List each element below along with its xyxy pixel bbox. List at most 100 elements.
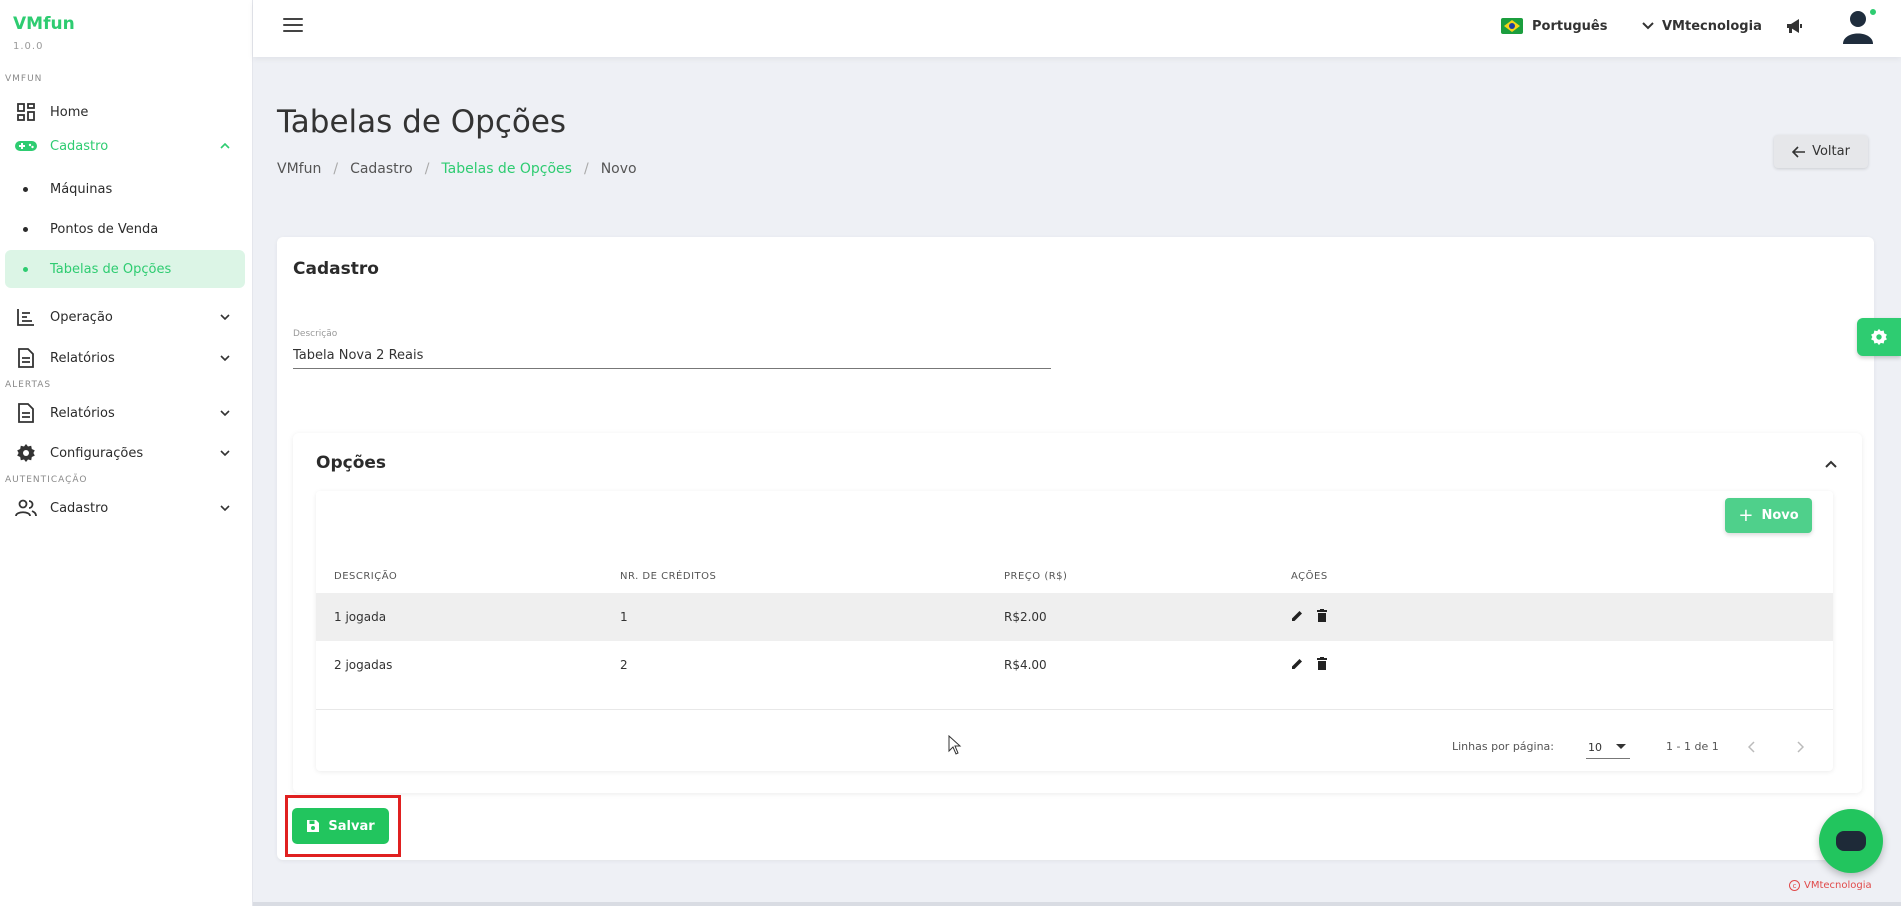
app-version: 1.0.0: [13, 41, 44, 52]
user-avatar[interactable]: [1838, 6, 1878, 46]
section-label-autenticacao: AUTENTICAÇÃO: [5, 475, 88, 485]
pagination-range: 1 - 1 de 1: [1666, 740, 1719, 753]
delete-icon[interactable]: [1316, 608, 1332, 624]
timeline-icon: [14, 305, 38, 329]
options-table: + Novo DESCRIÇÃO NR. DE CRÉDITOS PREÇO (…: [316, 491, 1833, 771]
users-icon: [14, 496, 38, 520]
sidebar-item-relatorios[interactable]: Relatórios: [5, 339, 245, 377]
caret-down-icon: [1616, 744, 1626, 749]
company-label: VMtecnologia: [1662, 18, 1762, 34]
footer-credit-label: VMtecnologia: [1804, 880, 1872, 891]
company-selector[interactable]: VMtecnologia: [1642, 14, 1762, 38]
add-option-label: Novo: [1761, 508, 1799, 523]
bottom-bar: [253, 902, 1901, 906]
document-icon: [14, 346, 38, 370]
page-title: Tabelas de Opções: [277, 104, 567, 140]
gamepad-icon: [14, 134, 38, 158]
app-logo[interactable]: VMfun: [13, 14, 75, 34]
language-selector[interactable]: Português: [1501, 14, 1607, 38]
options-title: Opções: [316, 453, 387, 473]
table-divider: [316, 709, 1833, 710]
bullet-icon: [23, 266, 28, 272]
menu-icon[interactable]: [283, 18, 303, 34]
cadastro-card: Cadastro Descrição Opções + Novo DESCRIÇ…: [277, 237, 1874, 860]
copyright-icon: c: [1789, 880, 1800, 891]
settings-fab[interactable]: [1857, 318, 1901, 356]
sidebar-item-label: Cadastro: [50, 138, 109, 154]
table-row[interactable]: 2 jogadas 2 R$4.00: [316, 641, 1833, 689]
save-button[interactable]: Salvar: [292, 808, 389, 844]
sidebar-item-maquinas[interactable]: Máquinas: [5, 170, 245, 208]
description-input[interactable]: [293, 343, 1051, 369]
megaphone-icon[interactable]: [1785, 16, 1805, 40]
gear-icon: [14, 441, 38, 465]
sidebar-item-label: Relatórios: [50, 350, 115, 366]
cell-descricao: 1 jogada: [334, 610, 387, 624]
sidebar-item-operacao[interactable]: Operação: [5, 298, 245, 336]
breadcrumb-item[interactable]: Tabelas de Opções: [441, 161, 572, 177]
delete-icon[interactable]: [1316, 656, 1332, 672]
footer-credit[interactable]: c VMtecnologia: [1789, 880, 1872, 891]
sidebar-item-configuracoes[interactable]: Configurações: [5, 434, 245, 472]
sidebar-item-label: Cadastro: [50, 500, 109, 516]
sidebar-item-label: Configurações: [50, 445, 144, 461]
sidebar-item-cadastro-usuarios[interactable]: Cadastro: [5, 489, 245, 527]
dashboard-icon: [14, 100, 38, 124]
document-icon: [14, 401, 38, 425]
chevron-down-icon: [217, 500, 233, 516]
edit-icon[interactable]: [1290, 656, 1306, 672]
brazil-flag-icon: [1501, 18, 1523, 34]
floppy-disk-icon: [307, 820, 320, 832]
arrow-left-icon: [1792, 145, 1806, 158]
section-label-alertas: ALERTAS: [5, 380, 52, 390]
sidebar-item-label: Home: [50, 104, 89, 120]
chat-button[interactable]: [1819, 809, 1883, 873]
edit-icon[interactable]: [1290, 608, 1306, 624]
chevron-down-icon: [217, 350, 233, 366]
column-header: PREÇO (R$): [1004, 571, 1068, 582]
add-option-button[interactable]: + Novo: [1725, 498, 1812, 533]
chevron-up-icon[interactable]: [1822, 455, 1840, 473]
sidebar-item-label: Tabelas de Opções: [50, 261, 172, 277]
chevron-up-icon: [217, 138, 233, 154]
sidebar-item-label: Operação: [50, 309, 113, 325]
description-label: Descrição: [293, 329, 338, 339]
topbar: Português VMtecnologia: [253, 0, 1901, 57]
sidebar-item-pontos-de-venda[interactable]: Pontos de Venda: [5, 210, 245, 248]
breadcrumb-current: Novo: [600, 161, 637, 177]
sidebar-item-relatorios-alertas[interactable]: Relatórios: [5, 394, 245, 432]
breadcrumb-separator: /: [424, 161, 430, 177]
cell-preco: R$2.00: [1004, 610, 1047, 624]
cell-creditos: 2: [620, 658, 628, 672]
prev-page-icon[interactable]: [1740, 735, 1764, 759]
rows-per-page-select[interactable]: 10: [1586, 735, 1630, 759]
bullet-icon: [23, 226, 28, 232]
chat-bubble-icon: [1836, 831, 1866, 851]
rows-per-page-value: 10: [1588, 741, 1602, 754]
chevron-down-icon: [1642, 22, 1654, 30]
back-button[interactable]: Voltar: [1774, 135, 1868, 168]
cell-descricao: 2 jogadas: [334, 658, 393, 672]
chevron-down-icon: [217, 445, 233, 461]
cell-creditos: 1: [620, 610, 628, 624]
sidebar-item-label: Máquinas: [50, 181, 113, 197]
sidebar-item-cadastro[interactable]: Cadastro: [5, 127, 245, 165]
breadcrumb-separator: /: [333, 161, 339, 177]
save-button-label: Salvar: [328, 818, 375, 834]
chevron-down-icon: [217, 309, 233, 325]
sidebar-item-label: Pontos de Venda: [50, 221, 159, 237]
rows-per-page-label: Linhas por página:: [1452, 740, 1555, 753]
breadcrumb-item[interactable]: VMfun: [277, 161, 321, 177]
column-header: NR. DE CRÉDITOS: [620, 571, 717, 582]
breadcrumb: VMfun / Cadastro / Tabelas de Opções / N…: [277, 161, 637, 177]
sidebar-item-home[interactable]: Home: [5, 93, 245, 131]
options-panel: Opções + Novo DESCRIÇÃO NR. DE CRÉDITOS …: [293, 433, 1862, 793]
cell-preco: R$4.00: [1004, 658, 1047, 672]
column-header: AÇÕES: [1291, 571, 1328, 582]
breadcrumb-item[interactable]: Cadastro: [350, 161, 413, 177]
plus-icon: +: [1738, 505, 1754, 526]
bullet-icon: [23, 186, 28, 192]
table-row[interactable]: 1 jogada 1 R$2.00: [316, 593, 1833, 641]
sidebar-item-tabelas-de-opcoes[interactable]: Tabelas de Opções: [5, 250, 245, 288]
next-page-icon[interactable]: [1788, 735, 1812, 759]
